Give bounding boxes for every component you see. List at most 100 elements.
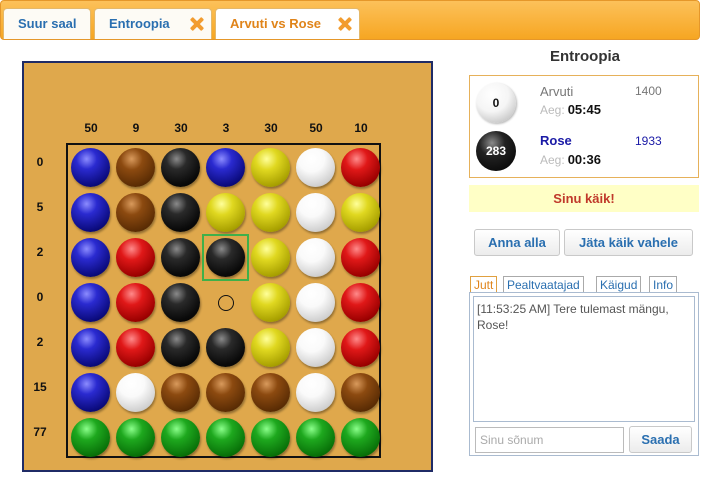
blue-ball <box>71 328 110 367</box>
green-ball <box>206 418 245 457</box>
tab-label: Suur saal <box>18 16 77 31</box>
board-cell[interactable] <box>338 370 383 415</box>
board-cell[interactable] <box>158 280 203 325</box>
board-cell[interactable] <box>113 325 158 370</box>
chat-log[interactable]: [11:53:25 AM] Tere tulemast mängu, Rose! <box>473 296 695 422</box>
tab-entroopia[interactable]: Entroopia <box>94 8 212 39</box>
board-cell[interactable] <box>203 370 248 415</box>
board-cell[interactable] <box>203 325 248 370</box>
board-cell[interactable] <box>338 415 383 460</box>
player-rating: 1400 <box>635 84 662 98</box>
green-ball <box>296 418 335 457</box>
green-ball <box>116 418 155 457</box>
board-cell[interactable] <box>113 280 158 325</box>
board-cell[interactable] <box>338 280 383 325</box>
board-cell[interactable] <box>293 415 338 460</box>
close-icon[interactable] <box>338 17 352 31</box>
tab-info[interactable]: Info <box>649 276 678 293</box>
board-cell[interactable] <box>68 235 113 280</box>
board-cell[interactable] <box>158 325 203 370</box>
black-ball <box>161 283 200 322</box>
board-cell[interactable] <box>248 190 293 235</box>
board-cell[interactable] <box>248 370 293 415</box>
board-cell[interactable] <box>338 235 383 280</box>
board-cell[interactable] <box>158 190 203 235</box>
red-ball <box>341 238 380 277</box>
resign-button[interactable]: Anna alla <box>474 229 560 256</box>
board-cell[interactable] <box>248 325 293 370</box>
board-cell[interactable] <box>68 280 113 325</box>
chat-input[interactable] <box>475 427 624 453</box>
board-cell[interactable] <box>203 190 248 235</box>
tab-moves[interactable]: Käigud <box>596 276 642 293</box>
board-grid <box>66 143 381 458</box>
red-ball <box>116 238 155 277</box>
blue-ball <box>71 373 110 412</box>
row-score: 15 <box>33 380 47 394</box>
pass-button[interactable]: Jäta käik vahele <box>564 229 693 256</box>
board-cell[interactable] <box>158 145 203 190</box>
board-cell[interactable] <box>113 190 158 235</box>
board-cell[interactable] <box>203 415 248 460</box>
tab-spectators[interactable]: Pealtvaatajad <box>503 276 584 293</box>
board-cell[interactable] <box>248 235 293 280</box>
board-cell[interactable] <box>68 190 113 235</box>
brown-ball <box>251 373 290 412</box>
brown-ball <box>206 373 245 412</box>
board-cell[interactable] <box>293 280 338 325</box>
row-score: 5 <box>36 200 44 214</box>
board-cell[interactable] <box>68 370 113 415</box>
board-cell[interactable] <box>113 235 158 280</box>
send-button[interactable]: Saada <box>629 426 692 453</box>
close-icon[interactable] <box>190 17 204 31</box>
tab-chat[interactable]: Jutt <box>470 276 498 293</box>
white-ball <box>296 193 335 232</box>
board-cell[interactable] <box>68 145 113 190</box>
board-cell[interactable] <box>338 145 383 190</box>
board-cell[interactable] <box>203 280 248 325</box>
black-ball <box>206 328 245 367</box>
board-cell[interactable] <box>293 145 338 190</box>
board-cell[interactable] <box>158 415 203 460</box>
tab-main-hall[interactable]: Suur saal <box>3 8 91 39</box>
red-ball <box>341 328 380 367</box>
players-panel: 0 Arvuti 1400 Aeg: 05:45 283 Rose 1933 Ae… <box>469 75 699 178</box>
row-score: 2 <box>36 245 44 259</box>
blue-ball <box>71 148 110 187</box>
board-cell[interactable] <box>338 325 383 370</box>
column-score: 50 <box>84 121 98 135</box>
blue-ball <box>206 148 245 187</box>
board-cell[interactable] <box>248 415 293 460</box>
board-cell[interactable] <box>158 235 203 280</box>
board-cell[interactable] <box>293 370 338 415</box>
row-score: 2 <box>36 335 44 349</box>
tab-game[interactable]: Arvuti vs Rose <box>215 8 360 39</box>
board-cell[interactable] <box>293 190 338 235</box>
player-rating: 1933 <box>635 134 662 148</box>
board-cell[interactable] <box>248 280 293 325</box>
white-ball <box>296 328 335 367</box>
yellow-ball <box>251 283 290 322</box>
board-cell[interactable] <box>68 415 113 460</box>
board-cell[interactable] <box>248 145 293 190</box>
red-ball <box>116 283 155 322</box>
board-cell[interactable] <box>113 370 158 415</box>
board-cell[interactable] <box>338 190 383 235</box>
board-cell[interactable] <box>293 325 338 370</box>
black-ball <box>161 238 200 277</box>
column-score: 9 <box>132 121 140 135</box>
green-ball <box>251 418 290 457</box>
time-value: 00:36 <box>567 152 601 167</box>
board-cell[interactable] <box>113 415 158 460</box>
board-cell[interactable] <box>158 370 203 415</box>
board-cell[interactable] <box>203 145 248 190</box>
chat-panel: [11:53:25 AM] Tere tulemast mängu, Rose!… <box>469 292 699 456</box>
board-cell[interactable] <box>113 145 158 190</box>
board-cell[interactable] <box>68 325 113 370</box>
board-cell[interactable] <box>293 235 338 280</box>
player-timer: Aeg: 05:45 <box>540 102 601 117</box>
tab-label: Entroopia <box>109 16 170 31</box>
tab-label: Arvuti vs Rose <box>230 16 322 31</box>
black-ball <box>161 328 200 367</box>
chat-message: [11:53:25 AM] Tere tulemast mängu, Rose! <box>477 302 669 332</box>
